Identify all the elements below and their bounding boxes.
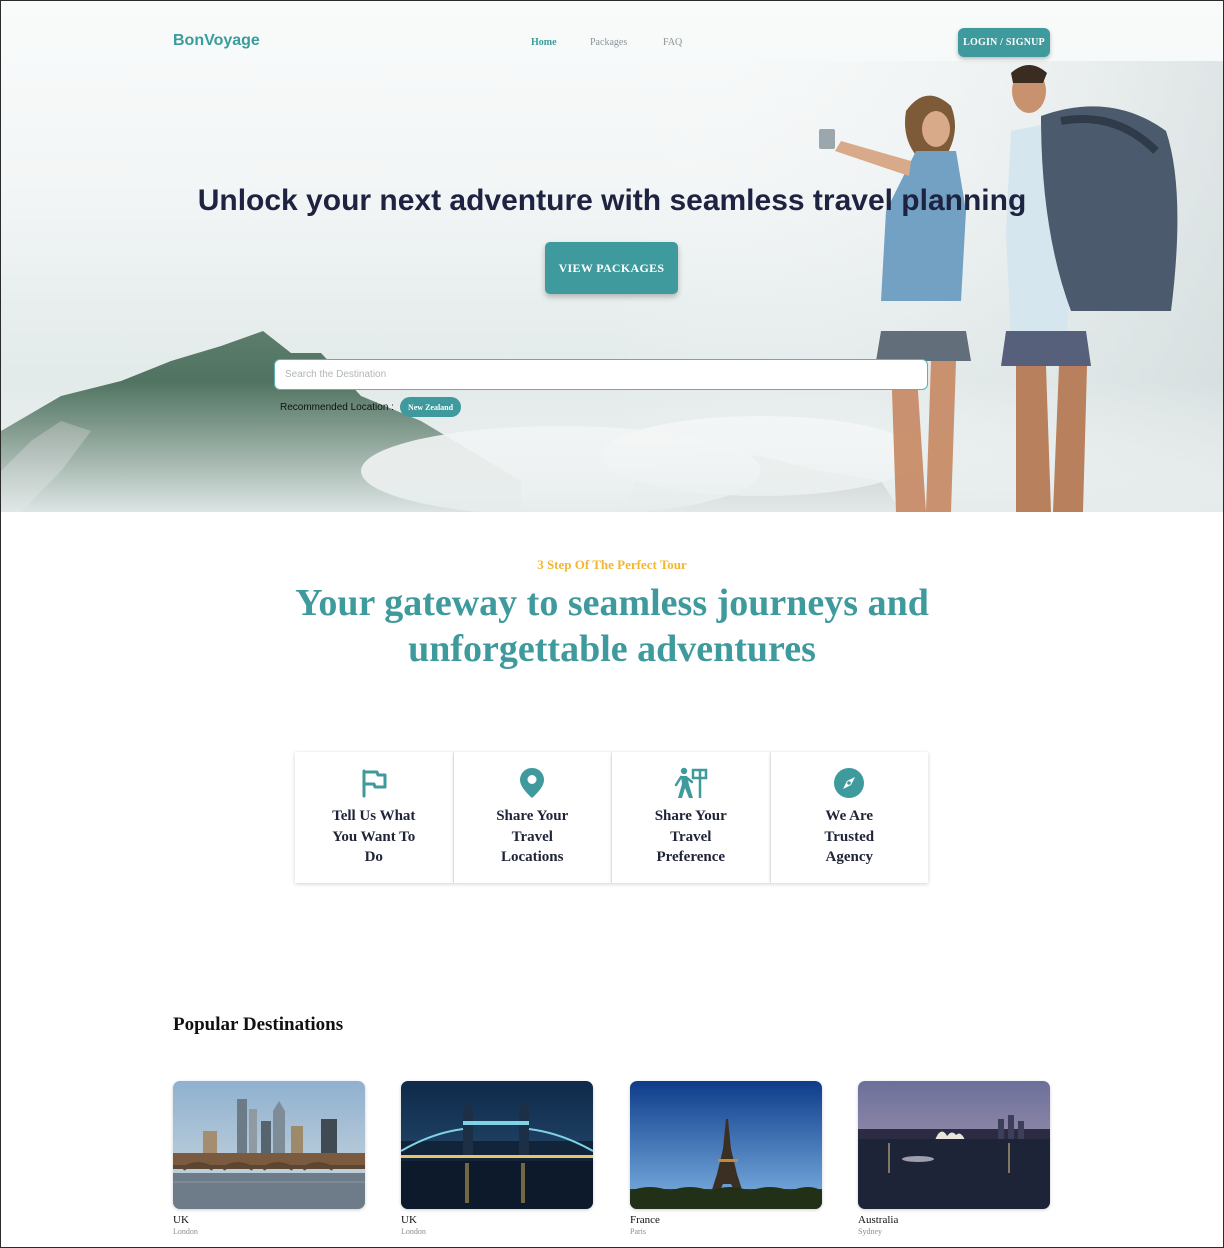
destination-card[interactable]: Australia Sydney [858,1081,1050,1236]
nav-faq[interactable]: FAQ [663,37,682,48]
step-card: Share Your Travel Preference [612,752,771,883]
nav-home[interactable]: Home [531,37,557,48]
flag-icon [295,766,453,800]
steps-cards: Tell Us What You Want To Do Share Your T… [295,752,928,883]
step-label: Tell Us What You Want To Do [332,808,416,865]
destination-image-tower-bridge[interactable] [401,1081,593,1209]
steps-headline: Your gateway to seamless journeys and un… [1,580,1223,672]
login-signup-button[interactable]: LOGIN / SIGNUP [958,28,1050,57]
hero-section: BonVoyage Home Packages FAQ LOGIN / SIGN… [1,1,1223,512]
nav-packages[interactable]: Packages [590,37,627,48]
recommended-location-label: Recommended Location : [280,401,394,413]
step-label: Share Your Travel Preference [654,808,727,865]
popular-destinations-title: Popular Destinations [173,1014,344,1035]
view-packages-button[interactable]: VIEW PACKAGES [545,242,678,294]
steps-headline-text: Your gateway to seamless journeys and un… [295,582,929,670]
destination-country: Australia [858,1214,899,1226]
destination-city: Paris [630,1227,646,1236]
compass-icon [771,766,929,800]
destination-city: London [173,1227,198,1236]
destination-country: UK [173,1214,189,1226]
destination-image-sydney-harbour[interactable] [858,1081,1050,1209]
destination-card[interactable]: UK London [401,1081,593,1236]
destination-city: Sydney [858,1227,882,1236]
destination-card[interactable]: UK London [173,1081,365,1236]
recommended-location-chip[interactable]: New Zealand [399,397,462,417]
steps-eyebrow: 3 Step Of The Perfect Tour [537,557,687,572]
step-label: Share Your Travel Locations [496,808,569,865]
step-label: We Are Trusted Agency [824,808,875,865]
destination-card[interactable]: France Paris [630,1081,822,1236]
location-pin-icon [454,766,612,800]
hiker-signpost-icon [612,766,770,800]
step-card: We Are Trusted Agency [770,752,929,883]
destination-image-london-skyline[interactable] [173,1081,365,1209]
hero-title: Unlock your next adventure with seamless… [197,184,1027,217]
step-card: Share Your Travel Locations [453,752,612,883]
destination-city: London [401,1227,426,1236]
step-card: Tell Us What You Want To Do [295,752,454,883]
destination-image-eiffel-tower[interactable] [630,1081,822,1209]
destination-search-input[interactable] [274,359,928,390]
destination-country: France [630,1214,660,1226]
destination-country: UK [401,1214,417,1226]
recommended-location: Recommended Location : New Zealand [280,397,462,417]
